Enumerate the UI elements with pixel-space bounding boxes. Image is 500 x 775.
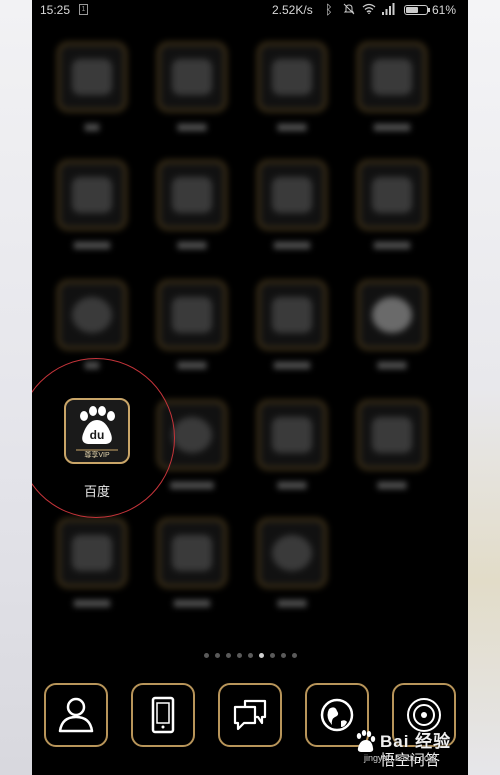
background-left bbox=[0, 0, 32, 775]
baidu-app-label: 百度 bbox=[83, 484, 110, 499]
app-tile[interactable]: ■■■■■ bbox=[147, 518, 237, 628]
page-dot bbox=[280, 653, 286, 658]
app-tile[interactable]: ■■■■■ bbox=[247, 280, 337, 390]
app-tile[interactable]: ■■■■■ bbox=[47, 160, 137, 270]
page-dot bbox=[236, 653, 242, 658]
app-tile[interactable]: ■■■■ bbox=[147, 160, 237, 270]
watermark-url: jingyan.baidu.com bbox=[364, 753, 437, 763]
baidu-paw-icon bbox=[356, 730, 376, 752]
app-grid-blurred: ■■ ■■■■ ■■■■ ■■■■■ ■■■■■ ■■■■ ■■■■■ ■■■■… bbox=[32, 0, 468, 640]
phone-button[interactable] bbox=[131, 683, 195, 747]
baidu-jingyan-watermark: Bai 经验 悟空问答 jingyan.baidu.com bbox=[352, 725, 464, 773]
page-dot bbox=[258, 653, 264, 658]
page-dot bbox=[225, 653, 231, 658]
app-tile[interactable]: ■■■■ bbox=[347, 280, 437, 390]
baidu-app-icon[interactable]: du 尊享VIP bbox=[64, 398, 130, 464]
app-tile[interactable]: ■■■■■ bbox=[347, 160, 437, 270]
app-tile[interactable]: ■■■■ bbox=[247, 518, 337, 628]
background-right bbox=[468, 0, 500, 775]
messages-button[interactable] bbox=[218, 683, 282, 747]
page-dot bbox=[247, 653, 253, 658]
app-tile[interactable]: ■■ bbox=[47, 42, 137, 152]
page-dot bbox=[291, 653, 297, 658]
app-tile[interactable]: ■■■■ bbox=[147, 42, 237, 152]
phone-screen: 15:25 1 2.52K/s ᛒ 61% ■■ ■■■■ ■■■■ ■■■■■… bbox=[32, 0, 468, 775]
page-dot bbox=[214, 653, 220, 658]
app-tile[interactable]: ■■■■■ bbox=[247, 160, 337, 270]
svg-text:尊享VIP: 尊享VIP bbox=[84, 450, 110, 459]
app-tile[interactable]: ■■■■ bbox=[347, 400, 437, 510]
baidu-paw-icon: du 尊享VIP bbox=[76, 406, 118, 459]
app-tile[interactable]: ■■■■■ bbox=[347, 42, 437, 152]
contacts-button[interactable] bbox=[44, 683, 108, 747]
phone-icon bbox=[151, 696, 175, 734]
page-dot bbox=[203, 653, 209, 658]
app-tile[interactable]: ■■■■■ bbox=[47, 518, 137, 628]
app-tile[interactable]: ■■■■ bbox=[147, 280, 237, 390]
person-icon bbox=[58, 697, 94, 733]
page-dot bbox=[269, 653, 275, 658]
svg-text:du: du bbox=[90, 428, 105, 442]
page-indicator bbox=[32, 645, 468, 658]
chat-bubbles-icon bbox=[233, 699, 267, 731]
app-tile[interactable]: ■■■■ bbox=[247, 42, 337, 152]
app-tile[interactable]: ■■■■ bbox=[247, 400, 337, 510]
